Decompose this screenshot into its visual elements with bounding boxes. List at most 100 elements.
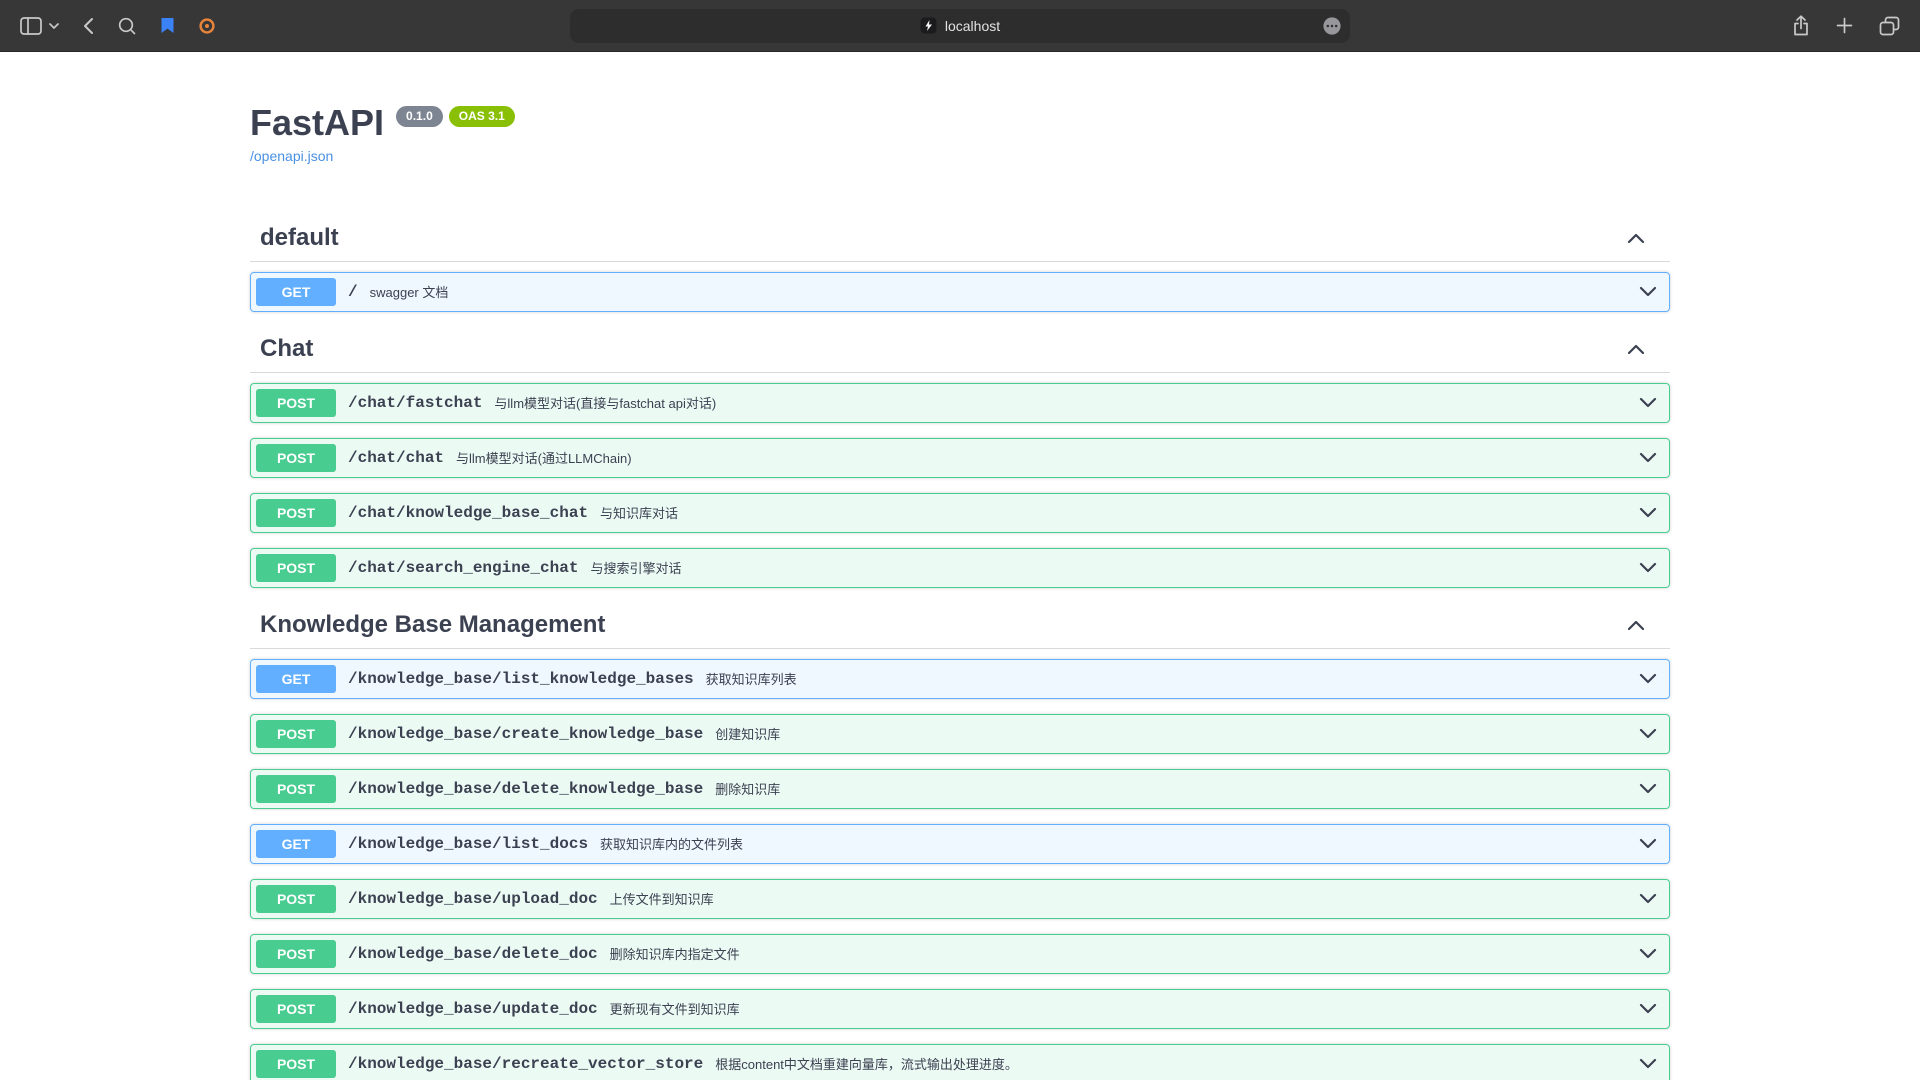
section-title: default [260,224,339,253]
search-button[interactable] [118,17,136,35]
address-bar[interactable]: localhost [570,9,1350,43]
expand-button[interactable] [1639,838,1657,849]
expand-button[interactable] [1639,728,1657,739]
section-title: Chat [260,335,313,364]
target-extension-button[interactable] [199,18,215,34]
section-title: Knowledge Base Management [260,611,605,640]
chevron-down-icon [49,23,59,29]
expand-button[interactable] [1639,673,1657,684]
section-header[interactable]: default [250,216,1670,262]
operation-path: /chat/search_engine_chat [348,559,578,577]
collapse-button[interactable] [1627,620,1645,631]
chevron-up-icon [1627,233,1645,244]
chevron-down-icon [1639,286,1657,297]
operation-summary: 删除知识库内指定文件 [610,944,740,963]
operation-row[interactable]: POST /knowledge_base/delete_doc 删除知识库内指定… [250,934,1670,974]
operation-row[interactable]: GET /knowledge_base/list_knowledge_bases… [250,659,1670,699]
operation-row[interactable]: GET /knowledge_base/list_docs 获取知识库内的文件列… [250,824,1670,864]
section-operations: GET / swagger 文档 [250,272,1670,312]
operation-path: /chat/knowledge_base_chat [348,504,588,522]
version-badge: 0.1.0 [396,106,443,127]
expand-button[interactable] [1639,1003,1657,1014]
operation-row[interactable]: POST /chat/search_engine_chat 与搜索引擎对话 [250,548,1670,588]
expand-button[interactable] [1639,948,1657,959]
browser-toolbar: localhost [0,0,1920,52]
operation-summary: 更新现有文件到知识库 [610,999,740,1018]
chevron-down-icon [1639,728,1657,739]
sidebar-toggle-button[interactable] [20,17,42,35]
collapse-button[interactable] [1627,344,1645,355]
openapi-link[interactable]: /openapi.json [250,148,333,164]
bookmark-extension-button[interactable] [160,17,175,34]
operation-row[interactable]: POST /chat/fastchat 与llm模型对话(直接与fastchat… [250,383,1670,423]
operation-summary: 获取知识库内的文件列表 [600,834,743,853]
operation-row[interactable]: POST /knowledge_base/update_doc 更新现有文件到知… [250,989,1670,1029]
operation-summary: 与llm模型对话(直接与fastchat api对话) [494,393,716,412]
plus-icon [1836,17,1853,34]
back-icon [83,17,94,35]
method-badge: GET [256,278,336,306]
operation-summary: swagger 文档 [370,282,449,301]
share-icon [1792,15,1810,36]
api-info: FastAPI 0.1.0 OAS 3.1 /openapi.json [250,101,1670,166]
chevron-down-icon [1639,948,1657,959]
chevron-down-icon [1639,673,1657,684]
operation-row[interactable]: POST /knowledge_base/recreate_vector_sto… [250,1044,1670,1080]
operation-path: /knowledge_base/recreate_vector_store [348,1055,703,1073]
operation-summary: 与搜索引擎对话 [590,558,681,577]
back-button[interactable] [83,17,94,35]
expand-button[interactable] [1639,893,1657,904]
sidebar-menu-button[interactable] [49,23,59,29]
method-badge: POST [256,940,336,968]
collapse-button[interactable] [1627,233,1645,244]
expand-button[interactable] [1639,562,1657,573]
operation-summary: 获取知识库列表 [706,669,797,688]
chevron-down-icon [1639,1058,1657,1069]
operation-path: /knowledge_base/list_knowledge_bases [348,670,694,688]
tab-overview-button[interactable] [1879,16,1900,36]
chevron-down-icon [1639,838,1657,849]
chevron-down-icon [1639,452,1657,463]
page-menu-button[interactable] [1322,16,1342,36]
sidebar-icon [20,17,42,35]
expand-button[interactable] [1639,507,1657,518]
operation-path: /knowledge_base/upload_doc [348,890,598,908]
share-button[interactable] [1792,15,1810,36]
operation-summary: 创建知识库 [715,724,780,743]
method-badge: POST [256,444,336,472]
chevron-down-icon [1639,893,1657,904]
expand-button[interactable] [1639,452,1657,463]
expand-button[interactable] [1639,1058,1657,1069]
page-menu-icon [1322,16,1342,36]
method-badge: POST [256,720,336,748]
operation-row[interactable]: POST /knowledge_base/create_knowledge_ba… [250,714,1670,754]
operation-row[interactable]: GET / swagger 文档 [250,272,1670,312]
method-badge: POST [256,499,336,527]
method-badge: POST [256,1050,336,1078]
operation-row[interactable]: POST /knowledge_base/upload_doc 上传文件到知识库 [250,879,1670,919]
section-operations: POST /chat/fastchat 与llm模型对话(直接与fastchat… [250,383,1670,588]
api-section: Knowledge Base Management GET /knowledge… [250,603,1670,1080]
oas-badge: OAS 3.1 [449,106,515,127]
section-operations: GET /knowledge_base/list_knowledge_bases… [250,659,1670,1080]
method-badge: GET [256,830,336,858]
expand-button[interactable] [1639,286,1657,297]
operation-row[interactable]: POST /chat/chat 与llm模型对话(通过LLMChain) [250,438,1670,478]
operation-row[interactable]: POST /knowledge_base/delete_knowledge_ba… [250,769,1670,809]
method-badge: POST [256,554,336,582]
operation-summary: 删除知识库 [715,779,780,798]
search-icon [118,17,136,35]
url-text: localhost [945,18,1000,34]
target-extension-icon [199,18,215,34]
operation-summary: 与知识库对话 [600,503,678,522]
operation-path: /knowledge_base/create_knowledge_base [348,725,703,743]
section-header[interactable]: Chat [250,327,1670,373]
api-section: Chat POST /chat/fastchat 与llm模型对话(直接与fas… [250,327,1670,588]
section-header[interactable]: Knowledge Base Management [250,603,1670,649]
chevron-up-icon [1627,344,1645,355]
new-tab-button[interactable] [1836,17,1853,34]
expand-button[interactable] [1639,783,1657,794]
expand-button[interactable] [1639,397,1657,408]
operation-row[interactable]: POST /chat/knowledge_base_chat 与知识库对话 [250,493,1670,533]
operation-path: / [348,283,358,301]
